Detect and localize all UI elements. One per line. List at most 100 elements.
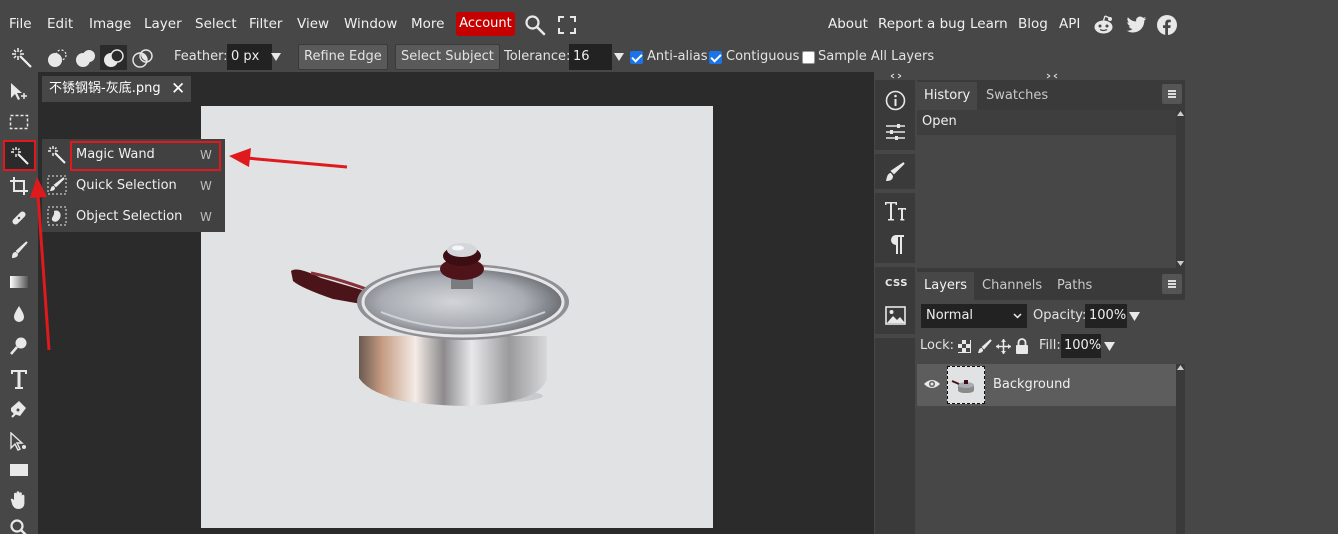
- expand-icon[interactable]: [1046, 73, 1058, 79]
- document-tab[interactable]: 不锈钢锅-灰底.png: [42, 76, 191, 102]
- pot-image: [291, 243, 569, 406]
- twitter-icon[interactable]: [1126, 16, 1147, 34]
- menu-layer[interactable]: Layer: [144, 16, 182, 32]
- marquee-icon: [9, 114, 29, 130]
- menu-image[interactable]: Image: [89, 16, 131, 32]
- search-icon[interactable]: [524, 14, 546, 36]
- brush-settings-icon[interactable]: [885, 161, 906, 183]
- magic-wand-icon[interactable]: [11, 47, 33, 69]
- selection-new-icon[interactable]: [45, 47, 69, 69]
- close-icon[interactable]: ✕: [171, 79, 185, 99]
- menu-filter[interactable]: Filter: [249, 16, 282, 32]
- divider: [875, 189, 915, 193]
- tool-crop[interactable]: [4, 172, 34, 200]
- fill-label: Fill:: [1039, 338, 1061, 353]
- flyout-item-object-selection[interactable]: Object Selection W: [42, 201, 225, 232]
- tolerance-dropdown-icon[interactable]: [614, 53, 624, 61]
- refine-edge-button[interactable]: Refine Edge: [298, 44, 388, 70]
- opacity-input[interactable]: 100%: [1085, 304, 1127, 328]
- tab-history[interactable]: History: [917, 82, 978, 110]
- history-panel-header: History Swatches: [917, 82, 1185, 110]
- link-about[interactable]: About: [828, 16, 868, 32]
- chevron-down-icon: [1013, 313, 1022, 319]
- tool-move[interactable]: [4, 78, 34, 106]
- tool-marquee[interactable]: [4, 108, 34, 136]
- select-subject-button[interactable]: Select Subject: [395, 44, 500, 70]
- character-icon[interactable]: [884, 200, 907, 222]
- tab-paths[interactable]: Paths: [1050, 272, 1099, 300]
- history-panel-menu-icon[interactable]: [1162, 84, 1182, 104]
- tool-magic-wand[interactable]: [3, 140, 36, 171]
- link-blog[interactable]: Blog: [1018, 16, 1048, 32]
- adjustments-icon[interactable]: [885, 123, 906, 141]
- canvas[interactable]: [201, 106, 713, 528]
- collapse-icon[interactable]: [890, 73, 902, 79]
- link-learn[interactable]: Learn: [970, 16, 1008, 32]
- menu-edit[interactable]: Edit: [47, 16, 73, 32]
- type-icon: [11, 370, 27, 389]
- css-icon[interactable]: CSS: [885, 278, 908, 289]
- lock-pixels-icon[interactable]: [977, 339, 992, 354]
- tool-path-select[interactable]: [4, 428, 34, 456]
- flyout-label-quick-selection: Quick Selection: [76, 178, 177, 193]
- tool-zoom[interactable]: [4, 514, 34, 534]
- menu-file[interactable]: File: [9, 16, 32, 32]
- contiguous-checkbox[interactable]: [709, 51, 722, 64]
- layer-row[interactable]: Background: [917, 364, 1176, 406]
- anti-alias-checkbox[interactable]: [630, 51, 643, 64]
- image-icon[interactable]: [885, 306, 906, 325]
- opacity-dropdown-icon[interactable]: [1129, 312, 1140, 321]
- selection-add-icon[interactable]: [74, 47, 98, 69]
- tool-type[interactable]: [4, 364, 34, 392]
- link-report-bug[interactable]: Report a bug: [878, 16, 965, 32]
- lock-transparency-icon[interactable]: [958, 340, 971, 353]
- fullscreen-icon[interactable]: [557, 15, 577, 35]
- fill-input[interactable]: 100%: [1061, 334, 1101, 358]
- tool-healing[interactable]: [4, 204, 34, 232]
- tolerance-input[interactable]: 16: [569, 44, 612, 70]
- account-button[interactable]: Account: [456, 12, 515, 36]
- flyout-item-quick-selection[interactable]: Quick Selection W: [42, 170, 225, 201]
- lock-all-icon[interactable]: [1015, 338, 1029, 354]
- history-scrollbar[interactable]: [1176, 110, 1185, 268]
- layers-panel-menu-icon[interactable]: [1162, 274, 1182, 294]
- feather-input[interactable]: 0 px: [227, 44, 272, 70]
- tool-rectangle[interactable]: [4, 456, 34, 484]
- flyout-shortcut: W: [200, 210, 212, 224]
- paragraph-icon[interactable]: [886, 234, 905, 255]
- menu-window[interactable]: Window: [344, 16, 397, 32]
- scroll-up-icon[interactable]: [1177, 111, 1184, 116]
- tool-brush[interactable]: [4, 236, 34, 264]
- blend-mode-select[interactable]: Normal: [921, 304, 1027, 328]
- history-entry[interactable]: Open: [917, 110, 1176, 135]
- flyout-item-magic-wand[interactable]: Magic Wand W: [42, 139, 225, 171]
- reddit-icon[interactable]: [1093, 15, 1114, 35]
- tab-channels[interactable]: Channels: [975, 272, 1049, 300]
- menu-more[interactable]: More: [411, 16, 444, 32]
- eye-icon[interactable]: [923, 378, 941, 390]
- tool-blur[interactable]: [4, 300, 34, 328]
- scroll-down-icon[interactable]: [1177, 261, 1184, 266]
- lock-position-icon[interactable]: [996, 339, 1011, 354]
- scroll-up-icon[interactable]: [1177, 365, 1184, 370]
- selection-intersect-icon[interactable]: [131, 47, 155, 69]
- tool-gradient[interactable]: [4, 268, 34, 296]
- anti-alias-label: Anti-alias: [647, 49, 708, 64]
- tab-swatches[interactable]: Swatches: [979, 82, 1055, 110]
- pen-icon: [11, 401, 26, 418]
- fill-dropdown-icon[interactable]: [1104, 342, 1115, 351]
- link-api[interactable]: API: [1059, 16, 1080, 32]
- feather-dropdown-icon[interactable]: [271, 53, 281, 61]
- selection-subtract-icon[interactable]: [102, 47, 126, 69]
- tool-hand[interactable]: [4, 486, 34, 514]
- tool-pen[interactable]: [4, 396, 34, 424]
- tool-dodge[interactable]: [4, 332, 34, 360]
- layers-scrollbar[interactable]: [1176, 364, 1185, 534]
- object-selection-icon: [47, 206, 67, 226]
- menu-view[interactable]: View: [297, 16, 329, 32]
- info-icon[interactable]: [885, 90, 906, 111]
- facebook-icon[interactable]: [1157, 15, 1177, 35]
- tab-layers[interactable]: Layers: [917, 272, 975, 300]
- menu-select[interactable]: Select: [195, 16, 237, 32]
- sample-all-layers-checkbox[interactable]: [802, 51, 815, 64]
